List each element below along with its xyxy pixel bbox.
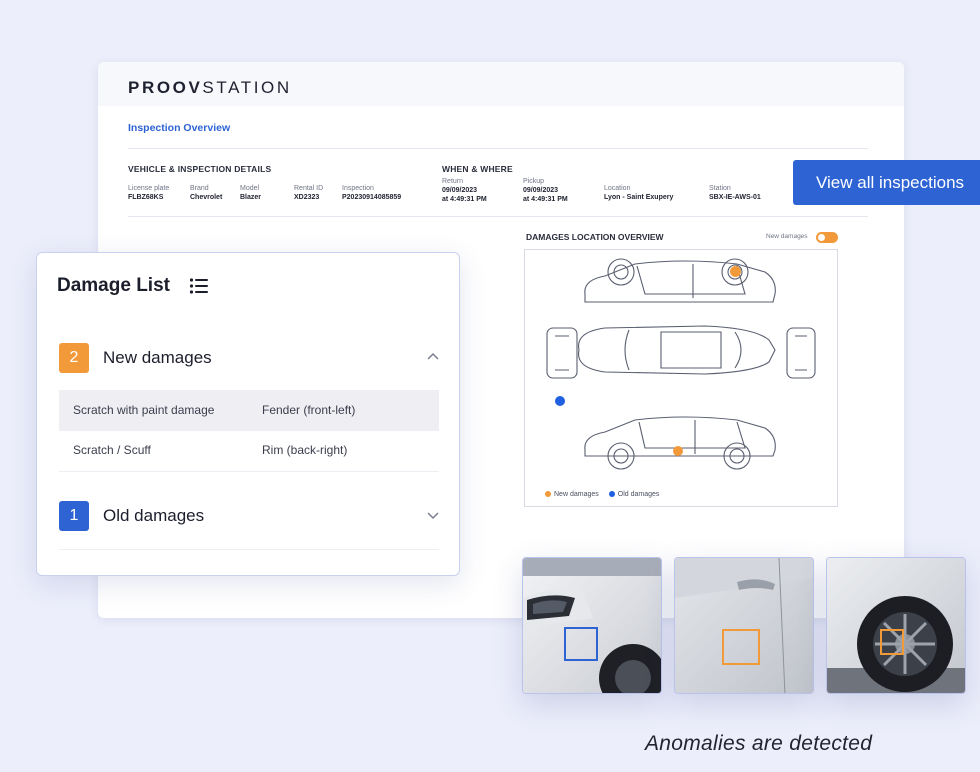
chevron-down-icon[interactable]: [425, 507, 441, 523]
old-damages-count-badge: 1: [59, 501, 89, 531]
car-door-photo: [675, 558, 813, 693]
divider: [59, 549, 439, 550]
field-license-plate: License plate FLBZ68KS: [128, 185, 170, 201]
breadcrumb-inspection-overview[interactable]: Inspection Overview: [128, 122, 230, 134]
list-icon[interactable]: [189, 277, 209, 295]
damage-row[interactable]: Scratch / Scuff Rim (back-right): [59, 430, 439, 470]
old-damages-title: Old damages: [103, 506, 205, 525]
new-damages-title: New damages: [103, 348, 212, 367]
when-section-title: WHEN & WHERE: [442, 164, 513, 174]
legend-old-dot: [608, 491, 615, 497]
damage-photo-rim[interactable]: [826, 557, 966, 694]
legend-old: Old damages: [608, 491, 659, 498]
field-brand: Brand Chevrolet: [190, 185, 223, 201]
field-return: Return 09/09/2023 at 4:49:31 PM: [442, 178, 487, 203]
damage-location: Fender (front-left): [262, 403, 356, 417]
chevron-up-icon[interactable]: [425, 349, 441, 365]
field-station: Station SBX-IE-AWS-01: [709, 185, 761, 201]
anomalies-caption: Anomalies are detected: [645, 732, 873, 755]
damages-overview-title: DAMAGES LOCATION OVERVIEW: [526, 232, 664, 242]
field-location: Location Lyon - Saint Exupery: [604, 185, 674, 201]
damage-row[interactable]: Scratch with paint damage Fender (front-…: [59, 390, 439, 430]
field-inspection: Inspection P20230914085859: [342, 185, 402, 201]
view-all-inspections-button[interactable]: View all inspections: [793, 160, 980, 205]
damage-photo-door[interactable]: [674, 557, 814, 694]
car-damage-diagram: New damages Old damages: [524, 249, 838, 507]
diagram-legend: New damages Old damages: [545, 491, 659, 498]
new-damages-count-badge: 2: [59, 343, 89, 373]
damage-list-title: Damage List: [57, 275, 170, 296]
new-damage-marker[interactable]: [730, 266, 741, 277]
report-header: PROOVSTATION: [98, 62, 904, 106]
vehicle-section-title: VEHICLE & INSPECTION DETAILS: [128, 164, 272, 174]
car-rim-photo: [827, 558, 965, 693]
legend-new: New damages: [545, 491, 599, 498]
new-damage-marker[interactable]: [673, 446, 683, 456]
new-damages-group-header[interactable]: 2 New damages: [59, 343, 441, 373]
old-damages-group-header[interactable]: 1 Old damages: [59, 501, 441, 531]
damage-type: Scratch with paint damage: [73, 403, 215, 417]
field-rental-id: Rental ID XD2323: [294, 185, 324, 201]
field-model: Model Blazer: [240, 185, 262, 201]
damage-photo-front-left[interactable]: [522, 557, 662, 694]
divider: [128, 216, 868, 217]
divider: [128, 148, 868, 149]
car-outline-illustration: [546, 258, 816, 470]
damage-type: Scratch / Scuff: [73, 443, 151, 457]
damage-location: Rim (back-right): [262, 443, 348, 457]
old-damage-marker[interactable]: [555, 396, 565, 406]
proovstation-logo: PROOVSTATION: [128, 78, 292, 97]
toggle-label: New damages: [766, 233, 808, 240]
new-damages-toggle[interactable]: [816, 232, 838, 243]
damage-list-card: Damage List 2 New damages Scratch with p…: [36, 252, 460, 576]
legend-new-dot: [545, 491, 551, 497]
field-pickup: Pickup 09/09/2023 at 4:49:31 PM: [523, 178, 568, 203]
divider: [59, 471, 439, 472]
car-front-photo: [523, 558, 661, 693]
